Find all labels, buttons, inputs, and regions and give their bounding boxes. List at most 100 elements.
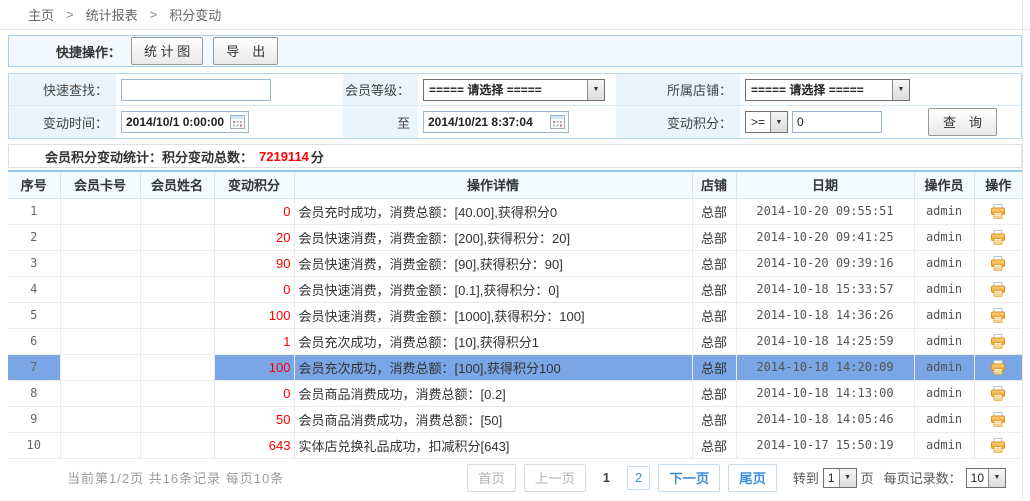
cell-points: 643 — [214, 432, 294, 458]
table-row[interactable]: 5100会员快速消费，消费金额：[1000],获得积分：100]总部2014-1… — [8, 302, 1022, 328]
goto-page-select[interactable]: 1 ▼ — [823, 468, 857, 488]
cell-card — [60, 198, 140, 224]
breadcrumb-separator: > — [66, 7, 74, 22]
member-level-select[interactable]: ===== 请选择 ===== ▼ — [423, 79, 605, 101]
first-page-button[interactable]: 首页 — [467, 464, 516, 492]
cell-store: 总部 — [692, 354, 736, 380]
table-row[interactable]: 40会员快速消费，消费金额：[0.1],获得积分：0]总部2014-10-18 … — [8, 276, 1022, 302]
table-row[interactable]: 10643实体店兑换礼品成功，扣减积分[643]总部2014-10-17 15:… — [8, 432, 1022, 458]
cell-op: admin — [914, 224, 974, 250]
chevron-down-icon: ▼ — [988, 469, 1005, 487]
cell-points: 0 — [214, 198, 294, 224]
chevron-down-icon: ▼ — [892, 80, 909, 100]
next-page-button[interactable]: 下一页 — [658, 464, 720, 492]
cell-no: 6 — [8, 328, 60, 354]
cell-name — [140, 328, 214, 354]
column-header: 操作员 — [914, 171, 974, 198]
member-level-label: 会员等级： — [343, 74, 418, 105]
cell-store: 总部 — [692, 250, 736, 276]
cell-card — [60, 406, 140, 432]
cell-card — [60, 380, 140, 406]
column-header: 操作详情 — [294, 171, 692, 198]
quick-actions-label: 快捷操作： — [9, 42, 121, 61]
cell-op: admin — [914, 250, 974, 276]
search-button[interactable]: 查 询 — [928, 108, 997, 136]
table-row[interactable]: 61会员充次成功，消费总额：[10],获得积分1总部2014-10-18 14:… — [8, 328, 1022, 354]
printer-icon[interactable] — [990, 386, 1006, 401]
cell-op: admin — [914, 406, 974, 432]
page-number-link[interactable]: 2 — [627, 466, 650, 490]
cell-store: 总部 — [692, 224, 736, 250]
printer-icon[interactable] — [990, 282, 1006, 297]
cell-detail: 会员商品消费成功，消费总额：[0.2] — [294, 380, 692, 406]
cell-points: 100 — [214, 302, 294, 328]
table-header-row: 序号会员卡号会员姓名变动积分操作详情店铺日期操作员操作 — [8, 171, 1022, 198]
pagination-bar: 当前第1/2页 共16条记录 每页10条 首页 上一页 1 2 下一页 尾页 转… — [0, 462, 1030, 494]
cell-date: 2014-10-18 14:36:26 — [736, 302, 914, 328]
quick-search-label: 快速查找： — [9, 74, 116, 105]
chart-button[interactable]: 统 计 图 — [131, 37, 203, 65]
cell-print — [974, 302, 1022, 328]
cell-date: 2014-10-18 15:33:57 — [736, 276, 914, 302]
cell-date: 2014-10-18 14:25:59 — [736, 328, 914, 354]
breadcrumb-item[interactable]: 主页 — [28, 5, 54, 24]
printer-icon[interactable] — [990, 230, 1006, 245]
points-operator-select[interactable]: >= ▼ — [745, 111, 788, 133]
page-size-select[interactable]: 10 ▼ — [966, 468, 1006, 488]
cell-no: 2 — [8, 224, 60, 250]
cell-op: admin — [914, 302, 974, 328]
page-right-divider — [1022, 0, 1023, 501]
date-to-input[interactable]: 2014/10/21 8:37:04 — [423, 111, 569, 133]
printer-icon[interactable] — [990, 204, 1006, 219]
printer-icon[interactable] — [990, 256, 1006, 271]
printer-icon[interactable] — [990, 334, 1006, 349]
cell-print — [974, 406, 1022, 432]
page-info: 当前第1/2页 共16条记录 每页10条 — [67, 468, 284, 487]
cell-name — [140, 380, 214, 406]
calendar-icon[interactable] — [230, 115, 245, 129]
printer-icon[interactable] — [990, 412, 1006, 427]
column-header: 会员姓名 — [140, 171, 214, 198]
printer-icon[interactable] — [990, 308, 1006, 323]
quick-search-input[interactable] — [121, 79, 271, 101]
last-page-button[interactable]: 尾页 — [728, 464, 777, 492]
printer-icon[interactable] — [990, 360, 1006, 375]
date-from-input[interactable]: 2014/10/1 0:00:00 — [121, 111, 249, 133]
cell-detail: 会员充时成功，消费总额：[40.00],获得积分0 — [294, 198, 692, 224]
cell-no: 1 — [8, 198, 60, 224]
cell-no: 9 — [8, 406, 60, 432]
column-header: 会员卡号 — [60, 171, 140, 198]
cell-op: admin — [914, 198, 974, 224]
store-select[interactable]: ===== 请选择 ===== ▼ — [745, 79, 910, 101]
table-row[interactable]: 10会员充时成功，消费总额：[40.00],获得积分0总部2014-10-20 … — [8, 198, 1022, 224]
cell-card — [60, 432, 140, 458]
table-row[interactable]: 950会员商品消费成功，消费总额：[50]总部2014-10-18 14:05:… — [8, 406, 1022, 432]
table-row[interactable]: 7100会员充次成功，消费总额：[100],获得积分100总部2014-10-1… — [8, 354, 1022, 380]
cell-card — [60, 328, 140, 354]
prev-page-button[interactable]: 上一页 — [524, 464, 586, 492]
cell-no: 10 — [8, 432, 60, 458]
cell-detail: 会员充次成功，消费总额：[100],获得积分100 — [294, 354, 692, 380]
cell-name — [140, 276, 214, 302]
cell-card — [60, 224, 140, 250]
column-header: 操作 — [974, 171, 1022, 198]
cell-name — [140, 198, 214, 224]
column-header: 变动积分 — [214, 171, 294, 198]
time-to-label: 至 — [343, 106, 418, 138]
cell-points: 100 — [214, 354, 294, 380]
points-value-input[interactable] — [792, 111, 882, 133]
breadcrumb-item[interactable]: 统计报表 — [86, 5, 138, 24]
calendar-icon[interactable] — [550, 115, 565, 129]
chevron-down-icon: ▼ — [839, 469, 856, 487]
export-button[interactable]: 导 出 — [213, 37, 278, 65]
cell-name — [140, 302, 214, 328]
table-row[interactable]: 220会员快速消费，消费金额：[200],获得积分：20]总部2014-10-2… — [8, 224, 1022, 250]
printer-icon[interactable] — [990, 438, 1006, 453]
store-label: 所属店铺： — [616, 74, 740, 105]
cell-print — [974, 432, 1022, 458]
cell-points: 0 — [214, 276, 294, 302]
filter-panel: 快速查找： 会员等级： ===== 请选择 ===== ▼ 所属店铺： ====… — [8, 73, 1022, 139]
table-row[interactable]: 80会员商品消费成功，消费总额：[0.2]总部2014-10-18 14:13:… — [8, 380, 1022, 406]
cell-store: 总部 — [692, 406, 736, 432]
table-row[interactable]: 390会员快速消费，消费金额：[90],获得积分：90]总部2014-10-20… — [8, 250, 1022, 276]
